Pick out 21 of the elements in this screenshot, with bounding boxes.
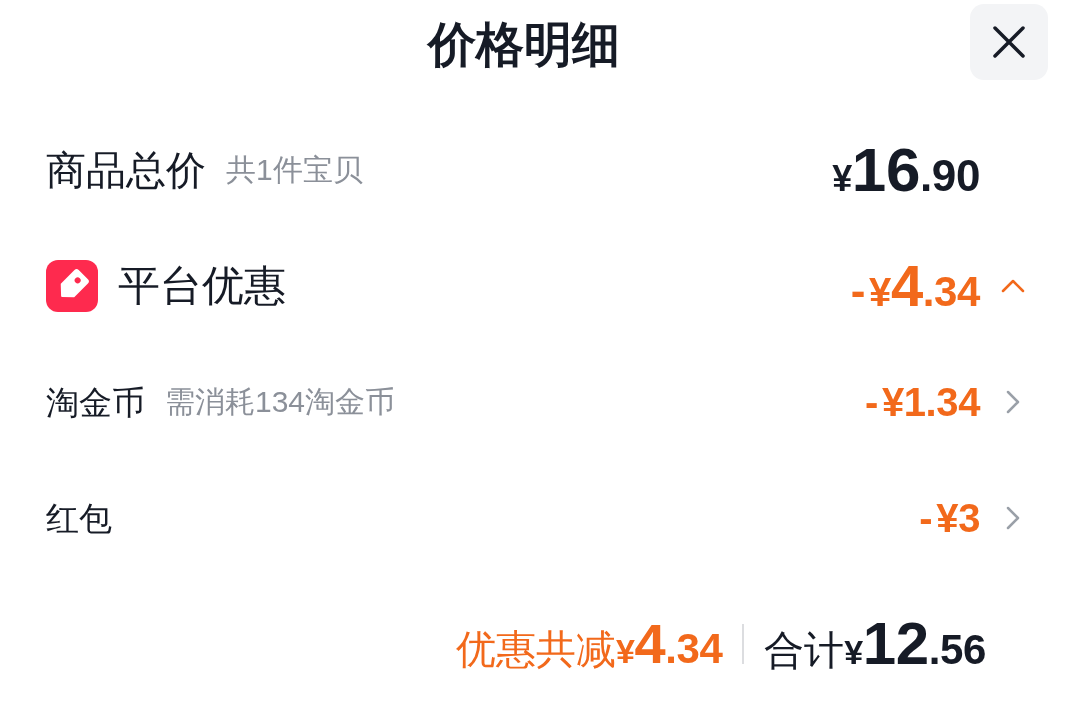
price-text: ¥12.56 <box>844 614 986 674</box>
row-label: 平台优惠 <box>118 265 286 307</box>
price-text: ¥16.90 <box>832 139 980 201</box>
chevron-right-icon[interactable] <box>1006 390 1020 414</box>
total-label: 合计 <box>764 630 845 670</box>
savings-label: 优惠共减 <box>455 629 616 669</box>
row-note: 共1件宝贝 <box>226 155 363 185</box>
price-text: -¥4.34 <box>850 257 980 315</box>
row-note: 需消耗134淘金币 <box>165 387 396 417</box>
close-button[interactable] <box>970 4 1048 80</box>
price-text: -¥1.34 <box>864 382 980 422</box>
close-icon <box>992 25 1026 59</box>
caret-up-icon[interactable] <box>1001 279 1025 293</box>
row-label: 商品总价 <box>46 150 206 190</box>
chevron-right-icon[interactable] <box>1006 506 1020 530</box>
price-text: ¥4.34 <box>615 616 723 672</box>
tag-icon <box>46 260 98 312</box>
row-label: 淘金币 <box>46 385 145 419</box>
window-title: 价格明细 <box>428 21 620 69</box>
price-text: -¥3 <box>919 498 980 538</box>
row-label: 红包 <box>46 501 112 535</box>
